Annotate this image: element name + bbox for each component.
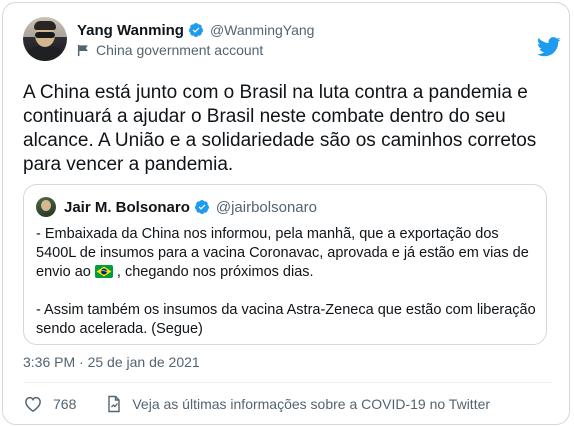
divider <box>23 382 553 383</box>
tweet-actions: 768 Veja as últimas informações sobre a … <box>23 393 490 415</box>
tweet-timestamp[interactable]: 3:36 PM · 25 de jan de 2021 <box>23 354 200 370</box>
quoted-line-2: - Assim também os insumos da vacina Astr… <box>36 302 536 337</box>
author-handle[interactable]: @WanmingYang <box>210 22 314 38</box>
quoted-line-1-end: , chegando nos próximos dias. <box>116 264 314 280</box>
twitter-bird-icon[interactable] <box>537 37 561 57</box>
quoted-tweet[interactable]: Jair M. Bolsonaro @jairbolsonaro - Embai… <box>23 184 547 345</box>
tweet-text: A China está junto com o Brasil na luta … <box>23 82 537 175</box>
quoted-author-handle: @jairbolsonaro <box>215 198 317 216</box>
author-name[interactable]: Yang Wanming <box>77 22 184 39</box>
government-label-text: China government account <box>96 42 264 58</box>
author-avatar[interactable] <box>23 17 67 61</box>
quoted-author-row: Jair M. Bolsonaro @jairbolsonaro <box>64 197 317 217</box>
verified-badge-icon <box>188 23 203 37</box>
quoted-tweet-text: - Embaixada da China nos informou, pela … <box>36 225 536 339</box>
quoted-author-name: Jair M. Bolsonaro <box>64 198 190 216</box>
quoted-author-avatar[interactable] <box>36 197 56 217</box>
brazil-flag-emoji <box>94 265 113 278</box>
like-count: 768 <box>53 396 77 412</box>
info-icon <box>108 395 121 413</box>
heart-icon[interactable] <box>23 394 43 414</box>
flag-icon <box>77 44 88 56</box>
covid-info-text: Veja as últimas informações sobre a COVI… <box>132 396 491 412</box>
covid-info-link[interactable]: Veja as últimas informações sobre a COVI… <box>106 395 490 413</box>
tweet-card: Yang Wanming @WanmingYang China governme… <box>2 2 570 425</box>
verified-badge-icon <box>194 200 209 214</box>
government-label[interactable]: China government account <box>77 41 263 59</box>
tweet-header: Yang Wanming @WanmingYang China governme… <box>23 17 561 65</box>
author-name-row: Yang Wanming @WanmingYang <box>77 20 314 40</box>
